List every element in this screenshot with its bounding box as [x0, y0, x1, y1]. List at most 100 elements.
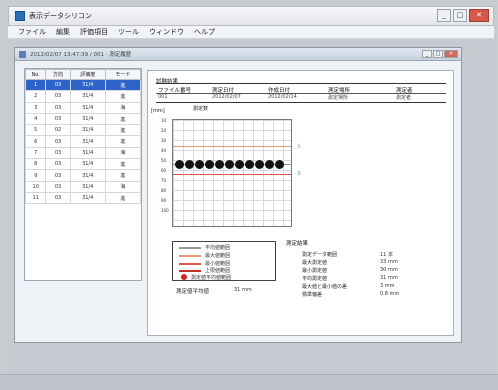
report-panel: 試験結果 ファイル番号 測定日付 作成日付 測定場所 測定者 001 2012/… [147, 70, 454, 336]
x-axis-label: 測定数 [193, 106, 209, 112]
title-bar: 表示データシリコン _ □ ✕ [8, 6, 494, 26]
table-cell: 31/4 [69, 135, 106, 148]
table-cell: 02 [45, 124, 71, 137]
table-cell: 31/4 [69, 146, 106, 160]
table-row[interactable]: 2 03 31/4 進 [24, 90, 142, 103]
table-cell: 5 [24, 124, 47, 137]
table-cell: 2 [24, 90, 47, 103]
legend-item: 測定値平均値範囲 [191, 275, 232, 281]
result-value: 3 mm [380, 283, 395, 289]
data-point [185, 160, 194, 169]
data-point [275, 160, 284, 169]
table-row[interactable]: 7 03 31/4 海 [24, 146, 142, 160]
column-header-direction[interactable]: 方向 [45, 69, 71, 80]
y-tick: 10 [161, 118, 167, 123]
table-cell: 4 [24, 112, 47, 126]
table-cell: 03 [45, 101, 71, 114]
menu-bar: ファイル 編集 評価項目 ツール ウィンドウ ヘルプ [8, 26, 494, 39]
table-cell: 進 [104, 124, 142, 137]
legend-swatch [179, 263, 201, 265]
table-cell: 1 [24, 78, 47, 92]
data-point [205, 160, 214, 169]
info-value-file: 001 [158, 94, 168, 100]
table-row[interactable]: 9 03 31/4 進 [24, 169, 142, 182]
data-point [215, 160, 224, 169]
table-cell: 7 [24, 146, 47, 160]
table-cell: 03 [45, 78, 71, 92]
document-icon [19, 50, 26, 58]
result-value: 33 mm [380, 259, 398, 265]
data-point [175, 160, 184, 169]
legend-item: 最小値範囲 [205, 261, 231, 267]
upper-tag: 上 [297, 143, 301, 148]
info-value-person: 測定者 [396, 95, 412, 101]
app-window: 表示データシリコン _ □ ✕ ファイル 編集 評価項目 ツール ウィンドウ ヘ… [0, 0, 498, 390]
average-label: 測定値平均値 [176, 289, 210, 295]
column-header-rating[interactable]: 評価度 [69, 69, 106, 80]
menu-tools[interactable]: ツール [118, 27, 139, 37]
table-cell: 進 [104, 112, 142, 126]
result-value: 0.8 mm [380, 291, 400, 297]
table-cell: 海 [104, 101, 142, 114]
table-row[interactable]: 1 03 31/4 進 [24, 78, 142, 92]
menu-window[interactable]: ウィンドウ [149, 27, 184, 37]
table-row[interactable]: 8 03 31/4 進 [24, 158, 142, 171]
table-cell: 8 [24, 158, 47, 171]
y-tick: 80 [161, 188, 167, 193]
table-row[interactable]: 3 03 31/4 海 [24, 101, 142, 114]
y-tick: 50 [161, 158, 167, 163]
child-close-button[interactable]: ✕ [444, 50, 458, 58]
table-row[interactable]: 10 03 31/4 海 [24, 180, 142, 193]
child-window-title: 2012/02/07 13:47:39 / 001 · 測定履歴 [30, 52, 132, 58]
measurement-table: No. 方向 評価度 モード 1 03 31/4 進 2 03 31/4 進 3 03 31/4 海 4… [24, 68, 142, 281]
table-cell: 03 [45, 180, 71, 193]
column-header-mode[interactable]: モード [104, 69, 142, 80]
table-cell: 9 [24, 169, 47, 182]
info-value-date: 2012/02/07 [212, 94, 241, 100]
lower-limit-line [173, 174, 291, 175]
data-point [195, 160, 204, 169]
table-cell: 31/4 [69, 169, 106, 182]
result-label: 平均測定値 [302, 276, 328, 282]
legend-item: 最大値範囲 [205, 253, 231, 259]
table-row[interactable]: 5 02 31/4 進 [24, 124, 142, 137]
child-minimize-button[interactable]: _ [422, 50, 432, 58]
close-button[interactable]: ✕ [469, 9, 489, 22]
result-label: 最小測定値 [302, 268, 328, 274]
lower-tag: 下 [297, 171, 301, 176]
table-cell: 31/4 [69, 124, 106, 137]
legend-swatch [179, 270, 201, 272]
maximize-button[interactable]: □ [453, 9, 467, 22]
table-cell: 03 [45, 146, 71, 160]
column-header-no[interactable]: No. [24, 69, 47, 80]
table-cell: 10 [24, 180, 47, 193]
table-cell: 海 [104, 146, 142, 160]
result-value: 11 本 [380, 252, 393, 258]
y-tick: 90 [161, 198, 167, 203]
table-cell: 03 [45, 112, 71, 126]
table-row[interactable]: 6 03 31/4 進 [24, 135, 142, 148]
table-row[interactable]: 11 03 31/4 進 [24, 191, 142, 205]
table-cell: 31/4 [69, 101, 106, 114]
table-row[interactable]: 4 03 31/4 進 [24, 112, 142, 126]
average-value: 31 mm [234, 287, 252, 293]
menu-help[interactable]: ヘルプ [194, 27, 215, 37]
menu-edit[interactable]: 編集 [56, 27, 70, 37]
menu-evaluation[interactable]: 評価項目 [80, 27, 108, 37]
table-cell: 進 [104, 169, 142, 182]
y-tick: 30 [161, 138, 167, 143]
table-cell: 6 [24, 135, 47, 148]
legend-swatch [179, 247, 201, 249]
info-value-place: 測定場所 [328, 95, 349, 101]
child-window: 2012/02/07 13:47:39 / 001 · 測定履歴 _ □ ✕ N… [14, 47, 462, 343]
minimize-button[interactable]: _ [437, 9, 451, 22]
results-title: 測定結果 [286, 241, 309, 247]
menu-file[interactable]: ファイル [18, 27, 46, 37]
child-maximize-button[interactable]: □ [433, 50, 443, 58]
table-cell: 31/4 [69, 112, 106, 126]
table-cell: 31/4 [69, 158, 106, 171]
table-cell: 進 [104, 90, 142, 103]
y-tick: 100 [161, 208, 169, 213]
upper-limit-line [173, 146, 291, 147]
y-tick: 60 [161, 168, 167, 173]
